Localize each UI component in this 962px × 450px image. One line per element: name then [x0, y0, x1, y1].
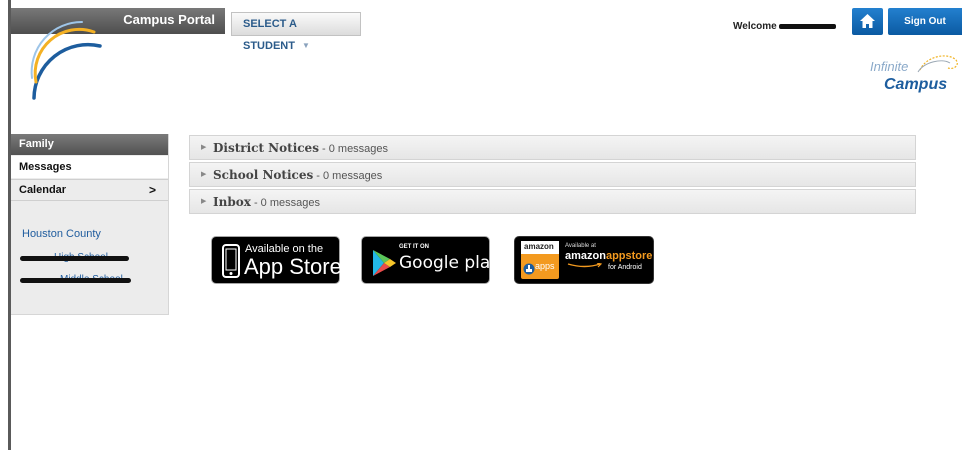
- google-play-badge[interactable]: GET IT ON Google play: [361, 236, 500, 284]
- redaction-bar: [20, 256, 129, 261]
- portal-title: Campus Portal: [123, 12, 215, 27]
- brand-word-infinite: Infinite: [870, 59, 908, 74]
- amazon-line3: for Android: [608, 264, 642, 271]
- sidebar-district-link[interactable]: Houston County: [22, 228, 101, 240]
- chevron-right-icon: >: [148, 183, 156, 197]
- sidebar-header-family[interactable]: Family: [11, 134, 168, 155]
- expand-arrow-icon: ▶: [201, 198, 207, 205]
- sidebar-family-label: Family: [19, 138, 54, 150]
- welcome-label: Welcome: [733, 21, 777, 32]
- amazon-tile-logo: amazon: [524, 242, 554, 251]
- chevron-down-icon: ▼: [301, 41, 310, 50]
- redaction-bar: [20, 278, 131, 283]
- amazon-line2-amazon: amazon: [565, 250, 606, 262]
- notice-school[interactable]: ▶ School Notices - 0 messages: [189, 162, 916, 187]
- amazon-smile-icon: [567, 263, 603, 268]
- select-student-value: SELECT A STUDENT: [243, 18, 297, 52]
- sidebar: Family Messages Calendar > Houston Count…: [11, 134, 169, 315]
- amazon-tile-apps: apps: [535, 261, 555, 271]
- sidebar-school-link-1[interactable]: High School: [20, 252, 140, 264]
- app-store-badge[interactable]: Available on the App Store: [211, 236, 342, 284]
- amazon-line1: Available at: [565, 243, 596, 249]
- app-store-line2: App Store: [244, 254, 342, 279]
- amazon-appstore-badge[interactable]: amazon apps Available at amazonappstore …: [514, 236, 654, 284]
- expand-arrow-icon: ▶: [201, 144, 207, 151]
- amazon-apps-tile: amazon apps: [521, 241, 559, 279]
- hand-pointer-icon: [523, 263, 535, 275]
- sign-out-label: Sign Out: [904, 16, 946, 27]
- home-icon: [860, 14, 875, 28]
- redacted-user-name: [779, 24, 836, 29]
- sidebar-school-link-2[interactable]: Middle School: [20, 274, 140, 286]
- notice-title: School Notices: [213, 168, 314, 182]
- notice-title: Inbox: [213, 195, 251, 209]
- google-play-line2: Google play: [399, 253, 501, 273]
- sidebar-item-label: Messages: [19, 161, 72, 173]
- iphone-icon: [222, 244, 240, 278]
- sidebar-item-messages[interactable]: Messages: [11, 156, 168, 178]
- home-button[interactable]: [852, 8, 883, 35]
- notice-district[interactable]: ▶ District Notices - 0 messages: [189, 135, 916, 160]
- notice-title: District Notices: [213, 141, 319, 155]
- google-play-line1: GET IT ON: [399, 244, 429, 250]
- campus-arc-logo: [30, 20, 102, 100]
- infinite-campus-logo: Infinite Campus: [870, 55, 958, 93]
- notice-count: - 0 messages: [318, 143, 389, 155]
- brand-word-campus: Campus: [884, 76, 947, 93]
- notice-count: - 0 messages: [250, 197, 320, 209]
- notice-inbox[interactable]: ▶ Inbox - 0 messages: [189, 189, 916, 214]
- google-play-icon: [373, 250, 396, 276]
- select-student-dropdown[interactable]: SELECT A STUDENT ▼: [231, 12, 361, 52]
- sign-out-button[interactable]: Sign Out: [888, 8, 962, 35]
- sidebar-item-label: Calendar: [19, 184, 67, 196]
- amazon-line2-appstore: appstore: [605, 250, 653, 262]
- sidebar-item-calendar[interactable]: Calendar >: [11, 179, 168, 201]
- expand-arrow-icon: ▶: [201, 171, 207, 178]
- notice-count: - 0 messages: [313, 170, 383, 182]
